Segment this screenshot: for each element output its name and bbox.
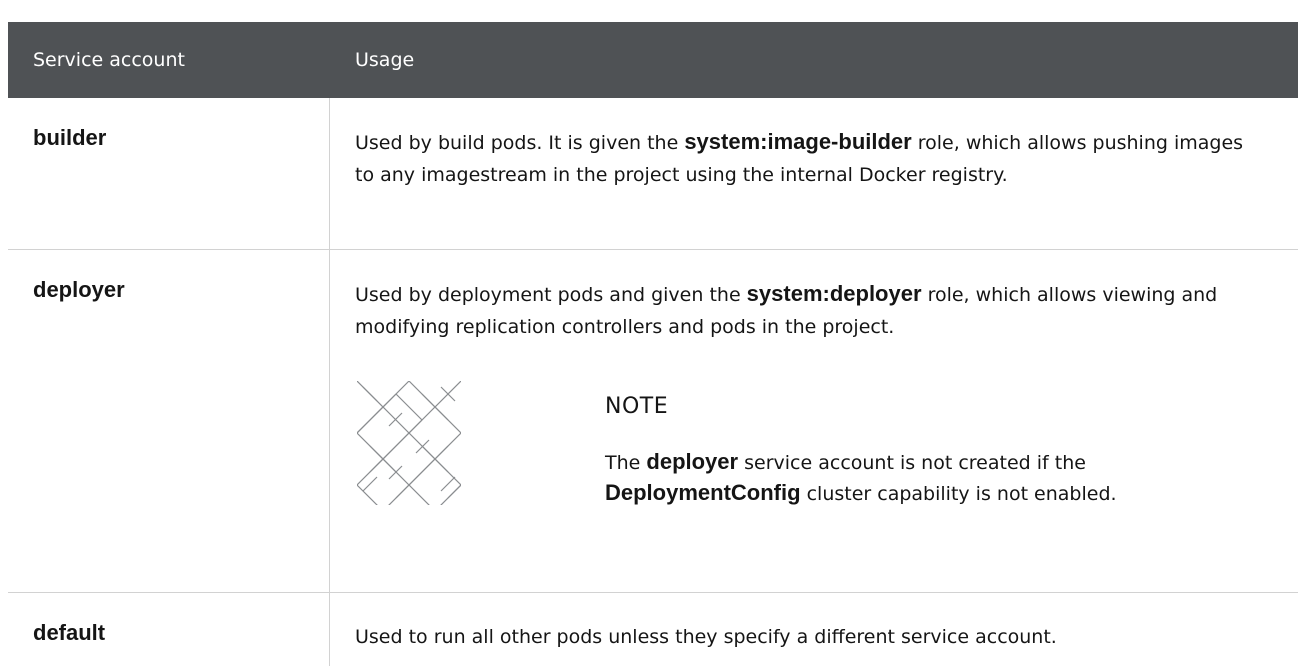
- note-pattern-icon: [357, 381, 461, 505]
- service-accounts-table: Service account Usage builder Used by bu…: [8, 22, 1298, 666]
- usage-paragraph: Used by deployment pods and given the sy…: [355, 278, 1258, 343]
- usage-description: Used by build pods. It is given the syst…: [330, 98, 1298, 249]
- table-row: default Used to run all other pods unles…: [8, 593, 1298, 666]
- capability-name: DeploymentConfig: [605, 480, 801, 505]
- note-admonition: NOTE The deployer service account is not…: [355, 371, 1258, 541]
- table-header: Service account Usage: [8, 22, 1298, 98]
- column-header-service-account: Service account: [33, 49, 185, 71]
- note-title: NOTE: [605, 394, 669, 419]
- note-text: service account is not created if the: [738, 452, 1086, 474]
- note-body: The deployer service account is not crea…: [605, 447, 1225, 509]
- usage-text: Used by build pods. It is given the: [355, 132, 685, 154]
- role-name: system:deployer: [746, 281, 922, 306]
- table-row: deployer Used by deployment pods and giv…: [8, 250, 1298, 593]
- service-account-name: default: [8, 593, 330, 666]
- usage-description: Used to run all other pods unless they s…: [355, 626, 1057, 648]
- table-row: builder Used by build pods. It is given …: [8, 98, 1298, 250]
- note-text: cluster capability is not enabled.: [800, 483, 1117, 505]
- service-account-name: deployer: [8, 250, 330, 592]
- service-account-name: builder: [8, 98, 330, 249]
- usage-description: Used by deployment pods and given the sy…: [330, 250, 1298, 592]
- service-account-ref: deployer: [646, 449, 739, 474]
- usage-text: Used by deployment pods and given the: [355, 284, 747, 306]
- role-name: system:image-builder: [684, 129, 912, 154]
- column-header-usage: Usage: [355, 49, 415, 71]
- note-text: The: [605, 452, 647, 474]
